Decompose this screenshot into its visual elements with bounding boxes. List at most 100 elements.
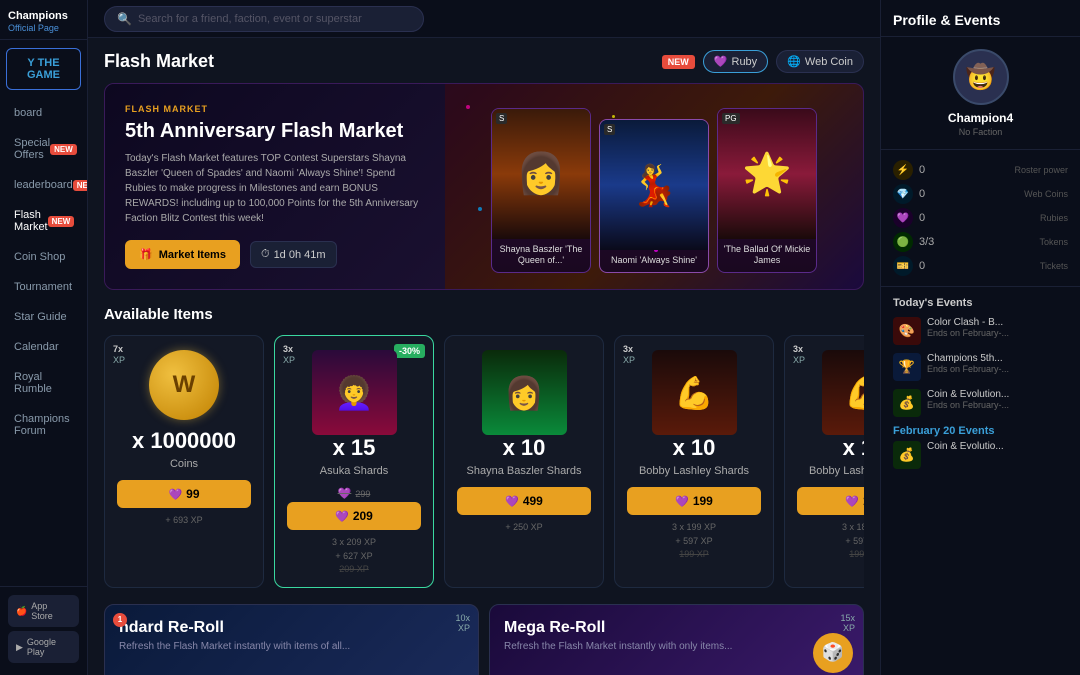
ruby-icon: 💜	[335, 510, 349, 523]
wrestler-card-2-name: Naomi 'Always Shine'	[600, 250, 708, 272]
main-content: 🔍 Search for a friend, faction, event or…	[88, 0, 880, 675]
event-item-champions-5th[interactable]: 🏆 Champions 5th... Ends on February-...	[893, 353, 1068, 381]
item-card-lashley-1: 3x XP 💪 x 10 Bobby Lashley Shards 💜 199 …	[614, 335, 774, 588]
item-card-shayna: 👩 x 10 Shayna Baszler Shards 💜 499 + 250…	[444, 335, 604, 588]
new-badge: NEW	[662, 55, 695, 69]
left-sidebar: Champions Official Page Y THE GAME board…	[0, 0, 88, 675]
buy-lashley2-button[interactable]: 💜 189	[797, 487, 864, 515]
wrestler-card-3-image: PG 🌟	[718, 109, 816, 239]
card-rating: PG	[722, 113, 740, 124]
profile-name: Champion4	[948, 111, 1013, 125]
buy-coins-button[interactable]: 💜 99	[117, 480, 251, 508]
item-xp-info: + 250 XP	[505, 521, 542, 535]
coin-image: W	[149, 350, 219, 420]
event-subtitle: Ends on February-...	[927, 328, 1009, 338]
buy-shayna-button[interactable]: 💜 499	[457, 487, 591, 515]
sidebar-item-calendar[interactable]: Calendar	[4, 333, 83, 361]
item-name: Asuka Shards	[320, 465, 388, 477]
sidebar-item-star-guide[interactable]: Star Guide	[4, 303, 83, 331]
buy-lashley1-button[interactable]: 💜 199	[627, 487, 761, 515]
todays-events-label: Today's Events	[893, 297, 1068, 309]
events-section: Today's Events 🎨 Color Clash - B... Ends…	[881, 287, 1080, 487]
sidebar-nav: Y THE GAME board Special Offers NEW lead…	[0, 40, 87, 586]
sidebar-item-label: Royal Rumble	[14, 371, 73, 395]
sidebar-item-coin-shop[interactable]: Coin Shop	[4, 243, 83, 271]
sidebar-item-label: Tournament	[14, 281, 72, 293]
lashley2-shard-image: 💪	[822, 350, 865, 435]
buy-asuka-button[interactable]: 💜 209	[287, 502, 421, 530]
event-icon: 🎨	[893, 317, 921, 345]
event-icon: 💰	[893, 389, 921, 417]
event-item-coin-evolution[interactable]: 💰 Coin & Evolution... Ends on February-.…	[893, 389, 1068, 417]
item-quantity: x 15	[333, 435, 376, 461]
item-xp-info: 3 x 189 XP + 597 XP 199 XP	[842, 521, 864, 562]
flash-market-title: Flash Market	[104, 51, 214, 72]
item-quantity: x 10	[673, 435, 716, 461]
tickets-icon: 🎫	[893, 256, 913, 276]
stat-value: 0	[919, 260, 925, 272]
stats-row: ⚡ 0 Roster power 💎 0 Web Coins 💜 0 Rubie…	[881, 150, 1080, 287]
reroll-desc: Refresh the Flash Market instantly with …	[119, 641, 464, 652]
tokens-icon: 🟢	[893, 232, 913, 252]
sidebar-item-label: leaderboard	[14, 179, 73, 191]
sidebar-item-champions-forum[interactable]: Champions Forum	[4, 405, 83, 445]
stat-value: 0	[919, 164, 925, 176]
standard-reroll-card[interactable]: 1 10x XP ndard Re-Roll Refresh the Flash…	[104, 604, 479, 675]
notification-dot: 1	[113, 613, 127, 627]
wrestler-card-1-name: Shayna Baszler 'The Queen of...'	[492, 239, 590, 272]
wrestler-card-2-image: S 💃	[600, 120, 708, 250]
sidebar-item-tournament[interactable]: Tournament	[4, 273, 83, 301]
ruby-currency-button[interactable]: 💜 Ruby	[703, 50, 768, 73]
event-subtitle: Ends on February-...	[927, 364, 1009, 374]
item-name: Bobby Lashley Shards	[809, 465, 864, 477]
wrestler-card-1[interactable]: S 👩 Shayna Baszler 'The Queen of...'	[491, 108, 591, 273]
sidebar-item-flash-market[interactable]: Flash Market NEW	[4, 201, 83, 241]
event-item-color-clash[interactable]: 🎨 Color Clash - B... Ends on February-..…	[893, 317, 1068, 345]
sidebar-item-label: board	[14, 107, 42, 119]
ruby-label: Ruby	[732, 56, 758, 68]
sidebar-item-leaderboard[interactable]: leaderboard NEW	[4, 171, 83, 199]
item-xp-badge: 3x XP	[793, 344, 805, 366]
stat-tickets: 🎫 0 Tickets	[893, 256, 1068, 276]
avatar: 🤠	[953, 49, 1009, 105]
gift-icon: 🎁	[139, 248, 153, 261]
price-label: 209	[353, 509, 373, 523]
webcoin-label: Web Coin	[805, 56, 853, 68]
timer-value: 1d 0h 41m	[274, 249, 326, 261]
sidebar-item-special-offers[interactable]: Special Offers NEW	[4, 129, 83, 169]
event-item-feb-coin-evolution[interactable]: 💰 Coin & Evolutio...	[893, 441, 1068, 469]
item-card-coins: 7x XP W x 1000000 Coins 💜 99 + 693 XP	[104, 335, 264, 588]
search-container[interactable]: 🔍 Search for a friend, faction, event or…	[104, 6, 424, 32]
flash-market-banner: FLASH MARKET 5th Anniversary Flash Marke…	[104, 83, 864, 290]
sidebar-item-label: Coin Shop	[14, 251, 65, 263]
mega-reroll-card[interactable]: 15x XP Mega Re-Roll Refresh the Flash Ma…	[489, 604, 864, 675]
sidebar-footer: 🍎 App Store ▶ Google Play	[0, 586, 87, 675]
play-game-button[interactable]: Y THE GAME	[6, 48, 81, 90]
google-play-button[interactable]: ▶ Google Play	[8, 631, 79, 663]
event-icon: 💰	[893, 441, 921, 469]
new-badge: NEW	[48, 216, 75, 227]
item-quantity: x 1000000	[132, 428, 236, 454]
event-subtitle: Ends on February-...	[927, 400, 1009, 410]
reroll-xp: 15x XP	[840, 613, 855, 633]
february-events-label: February 20 Events	[893, 425, 1068, 437]
reroll-row: 1 10x XP ndard Re-Roll Refresh the Flash…	[104, 604, 864, 675]
stat-label: Roster power	[1014, 165, 1068, 175]
wrestler-card-3[interactable]: PG 🌟 'The Ballad Of' Mickie James	[717, 108, 817, 273]
item-name: Shayna Baszler Shards	[467, 465, 582, 477]
stat-value: 0	[919, 188, 925, 200]
event-text: Champions 5th... Ends on February-...	[927, 353, 1009, 381]
timer-badge: ⏱ 1d 0h 41m	[250, 241, 337, 268]
event-icon: 🏆	[893, 353, 921, 381]
card-rating: S	[496, 113, 507, 124]
app-store-button[interactable]: 🍎 App Store	[8, 595, 79, 627]
profile-faction: No Faction	[959, 127, 1003, 137]
sidebar-item-board[interactable]: board	[4, 99, 83, 127]
sidebar-item-label: Calendar	[14, 341, 59, 353]
ruby-icon: 💜	[168, 488, 182, 501]
sidebar-item-royal-rumble[interactable]: Royal Rumble	[4, 363, 83, 403]
wrestler-card-2[interactable]: S 💃 Naomi 'Always Shine'	[599, 119, 709, 273]
wrestler-card-1-image: S 👩	[492, 109, 590, 239]
market-items-button[interactable]: 🎁 Market Items	[125, 240, 240, 269]
webcoin-currency-button[interactable]: 🌐 Web Coin	[776, 50, 864, 73]
